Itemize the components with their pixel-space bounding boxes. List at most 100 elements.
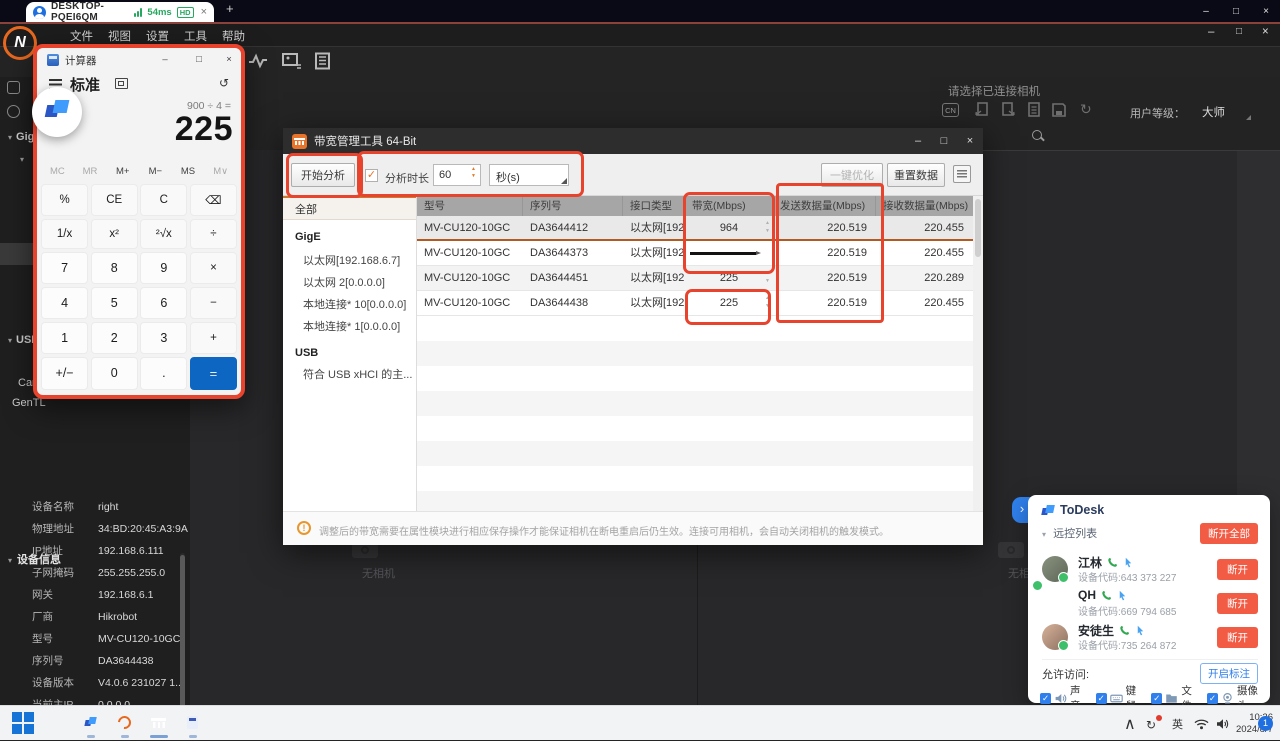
taskbar-mvs-icon[interactable] <box>114 712 136 734</box>
key-minus[interactable]: − <box>190 287 237 319</box>
disconnect-button[interactable]: 断开 <box>1217 627 1258 648</box>
reset-data-button[interactable]: 重置数据 <box>887 163 945 187</box>
col-bandwidth[interactable]: 带宽(Mbps) <box>685 196 773 216</box>
key-9[interactable]: 9 <box>140 252 187 284</box>
save-icon[interactable] <box>1051 102 1067 118</box>
key-divide[interactable]: ÷ <box>190 219 237 249</box>
bandwidth-spin-cell[interactable]: 225▲▼ <box>685 291 773 315</box>
tray-chevron-up-icon[interactable]: ∧ <box>1124 706 1136 741</box>
checkbox-checked-icon[interactable]: ✓ <box>1207 693 1218 704</box>
col-interface[interactable]: 接口类型 <box>623 196 685 216</box>
waveform-tool-icon[interactable] <box>248 52 268 70</box>
menu-file[interactable]: 文件 <box>70 28 93 44</box>
table-row[interactable]: MV-CU120-10GC DA3644373 以太网[192.1... 220… <box>417 241 973 266</box>
key-2[interactable]: 2 <box>91 322 138 354</box>
start-analysis-button[interactable]: 开始分析 <box>291 163 355 187</box>
bw-minimize-button[interactable]: – <box>905 128 931 154</box>
menu-tools[interactable]: 工具 <box>184 28 207 44</box>
calculator-title-bar[interactable]: 计算器 – □ × <box>37 48 241 72</box>
disconnect-button[interactable]: 断开 <box>1217 559 1258 580</box>
wifi-icon[interactable] <box>1194 706 1209 741</box>
export-config-icon[interactable] <box>1000 102 1016 118</box>
menu-help[interactable]: 帮助 <box>222 28 245 44</box>
sidebar-settings-icon[interactable] <box>7 81 20 94</box>
table-scrollbar[interactable] <box>973 196 983 511</box>
document-tool-icon[interactable] <box>313 52 333 70</box>
disconnect-button[interactable]: 断开 <box>1217 593 1258 614</box>
todesk-floating-ball[interactable] <box>32 87 82 137</box>
checkbox-checked-icon[interactable]: ✓ <box>1040 693 1051 704</box>
search-icon[interactable] <box>1032 130 1045 143</box>
session-close-icon[interactable]: × <box>201 6 207 18</box>
bandwidth-edit-cell[interactable] <box>685 241 773 265</box>
calc-close-button[interactable]: × <box>217 48 241 70</box>
annotate-button[interactable]: 开启标注 <box>1200 663 1258 684</box>
key-plus[interactable]: + <box>190 322 237 354</box>
keep-on-top-icon[interactable] <box>115 78 128 89</box>
mem-subtract[interactable]: M− <box>139 166 172 177</box>
col-rx[interactable]: 接收数据量(Mbps) <box>876 196 973 216</box>
bandwidth-title-bar[interactable]: 带宽管理工具 64-Bit – □ × <box>283 128 983 154</box>
session-tab[interactable]: DESKTOP-PQEI6QM 54ms HD × <box>26 2 214 22</box>
remote-maximize-button[interactable]: □ <box>1222 0 1250 22</box>
duration-spinner[interactable]: ▲▼ <box>469 167 478 179</box>
key-multiply[interactable]: × <box>190 252 237 284</box>
remote-close-button[interactable]: × <box>1252 0 1280 22</box>
key-negate[interactable]: +/− <box>41 357 88 390</box>
cursor-control-icon[interactable] <box>1123 557 1134 568</box>
table-row[interactable]: MV-CU120-10GC DA3644451 以太网[192.1... 225… <box>417 266 973 291</box>
filter-item-all[interactable]: 全部 <box>283 196 416 220</box>
filter-group-usb[interactable]: USB <box>283 342 428 364</box>
filter-group-gige[interactable]: GigE <box>283 226 428 248</box>
col-serial[interactable]: 序列号 <box>523 196 623 216</box>
mem-store[interactable]: MS <box>172 166 205 177</box>
mem-list[interactable]: M∨ <box>204 166 237 177</box>
bandwidth-spin-cell[interactable]: 964▲▼ <box>685 216 773 240</box>
key-reciprocal[interactable]: 1/x <box>41 219 88 249</box>
user-level-value[interactable]: 大师 <box>1202 104 1225 120</box>
table-row[interactable]: MV-CU120-10GC DA3644438 以太网[192.1... 225… <box>417 291 973 316</box>
history-icon[interactable]: ↺ <box>219 76 229 90</box>
calc-maximize-button[interactable]: □ <box>187 48 211 70</box>
col-model[interactable]: 型号 <box>417 196 523 216</box>
mvs-restore-button[interactable]: □ <box>1236 26 1242 37</box>
filter-item-eth1[interactable]: 以太网[192.168.6.7] <box>283 250 436 272</box>
table-row[interactable]: MV-CU120-10GC DA3644412 以太网[192.1... 964… <box>417 216 973 241</box>
image-tool-icon[interactable] <box>282 52 302 70</box>
cursor-control-icon[interactable] <box>1117 590 1128 601</box>
volume-icon[interactable] <box>1216 706 1230 741</box>
taskbar-bandwidth-icon[interactable] <box>148 712 170 734</box>
key-8[interactable]: 8 <box>91 252 138 284</box>
voice-call-icon[interactable] <box>1107 557 1118 568</box>
calc-minimize-button[interactable]: – <box>153 48 177 70</box>
key-3[interactable]: 3 <box>140 322 187 354</box>
taskbar-todesk-icon[interactable] <box>80 712 102 734</box>
key-0[interactable]: 0 <box>91 357 138 390</box>
cn-language-icon[interactable]: CN <box>942 103 959 117</box>
key-7[interactable]: 7 <box>41 252 88 284</box>
chevron-down-icon[interactable]: ▾ <box>1042 530 1046 539</box>
key-6[interactable]: 6 <box>140 287 187 319</box>
sidebar-scrollbar[interactable] <box>180 553 185 705</box>
bandwidth-slider[interactable] <box>690 252 756 255</box>
filter-item-eth2[interactable]: 以太网 2[0.0.0.0] <box>283 272 436 294</box>
key-decimal[interactable]: . <box>140 357 187 390</box>
notification-badge[interactable]: 1 <box>1258 706 1273 741</box>
duration-checkbox[interactable]: ✓ <box>365 169 378 182</box>
tray-todesk-icon[interactable]: ↻ <box>1146 706 1161 741</box>
duration-input[interactable]: 60 ▲▼ <box>433 164 481 186</box>
disconnect-all-button[interactable]: 断开全部 <box>1200 523 1258 544</box>
bw-close-button[interactable]: × <box>957 128 983 154</box>
bw-maximize-button[interactable]: □ <box>931 128 957 154</box>
filter-item-local10[interactable]: 本地连接* 10[0.0.0.0] <box>283 294 436 316</box>
key-clear-entry[interactable]: CE <box>91 184 138 216</box>
duration-unit-select[interactable]: 秒(s) <box>489 164 569 186</box>
filter-item-local1[interactable]: 本地连接* 1[0.0.0.0] <box>283 316 436 338</box>
refresh-icon[interactable]: ↻ <box>1080 101 1096 117</box>
voice-call-icon[interactable] <box>1101 590 1112 601</box>
new-session-button[interactable]: + <box>226 1 234 16</box>
mvs-minimize-button[interactable]: – <box>1208 26 1214 38</box>
view-menu-icon[interactable] <box>953 165 971 183</box>
key-clear[interactable]: C <box>140 184 187 216</box>
remote-minimize-button[interactable]: – <box>1192 0 1220 22</box>
